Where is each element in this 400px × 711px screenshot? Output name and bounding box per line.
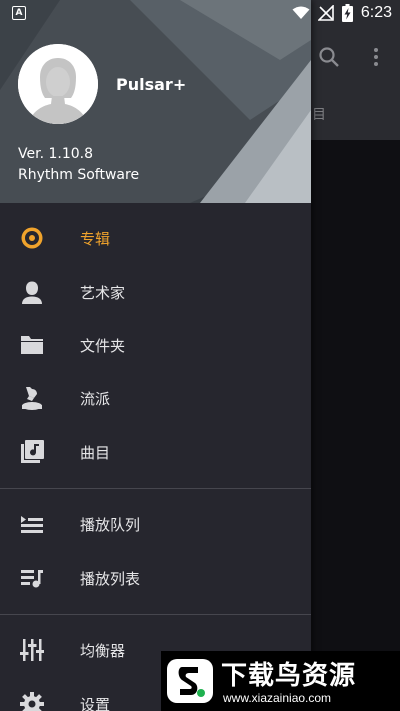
drawer-item-label: 专辑 (80, 229, 111, 248)
profile-name: Pulsar+ (116, 75, 187, 94)
default-avatar-icon (18, 44, 98, 124)
avatar[interactable] (18, 44, 98, 124)
drawer-item-genres[interactable]: 流派 (0, 372, 311, 424)
more-options-icon[interactable] (366, 46, 386, 68)
drawer-divider (0, 488, 311, 489)
drawer-item-label: 艺术家 (80, 283, 126, 302)
app-version: Ver. 1.10.8 (18, 146, 94, 162)
watermark-logo-icon (167, 659, 213, 703)
album-icon (19, 225, 45, 251)
watermark-banner: 下载鸟资源 www.xiazainiao.com (161, 651, 400, 711)
drawer-item-queue[interactable]: 播放队列 (0, 498, 311, 550)
songs-icon (19, 439, 45, 465)
no-signal-icon (317, 5, 334, 21)
equalizer-icon (19, 637, 45, 663)
drawer-item-label: 曲目 (80, 443, 111, 462)
status-bar: A 6:23 (0, 0, 400, 26)
battery-charging-icon (341, 4, 353, 22)
company-name: Rhythm Software (18, 167, 140, 183)
drawer-item-albums[interactable]: 专辑 (0, 212, 311, 264)
notification-a-icon: A (12, 6, 26, 20)
drawer-item-label: 均衡器 (80, 641, 126, 660)
watermark-title: 下载鸟资源 (221, 661, 357, 691)
drawer-item-songs[interactable]: 曲目 (0, 426, 311, 478)
drawer-item-folders[interactable]: 文件夹 (0, 319, 311, 371)
drawer-item-artists[interactable]: 艺术家 (0, 266, 311, 318)
wifi-icon (292, 6, 310, 19)
queue-icon (19, 511, 45, 537)
search-icon[interactable] (318, 46, 340, 68)
drawer-item-label: 流派 (80, 389, 111, 408)
drawer-item-playlists[interactable]: 播放列表 (0, 552, 311, 604)
watermark-url: www.xiazainiao.com (223, 691, 332, 705)
folder-icon (19, 332, 45, 358)
genre-icon (19, 385, 45, 411)
drawer-item-label: 文件夹 (80, 336, 126, 355)
artist-icon (19, 279, 45, 305)
clock: 6:23 (360, 4, 392, 21)
drawer-divider (0, 614, 311, 615)
drawer-item-label: 播放列表 (80, 569, 141, 588)
navigation-drawer: Pulsar+ Ver. 1.10.8 Rhythm Software 专辑 艺… (0, 0, 311, 711)
drawer-item-label: 播放队列 (80, 515, 141, 534)
drawer-item-label: 设置 (80, 695, 111, 711)
drawer-header: Pulsar+ Ver. 1.10.8 Rhythm Software (0, 0, 311, 203)
settings-icon (19, 691, 45, 711)
playlist-icon (19, 565, 45, 591)
